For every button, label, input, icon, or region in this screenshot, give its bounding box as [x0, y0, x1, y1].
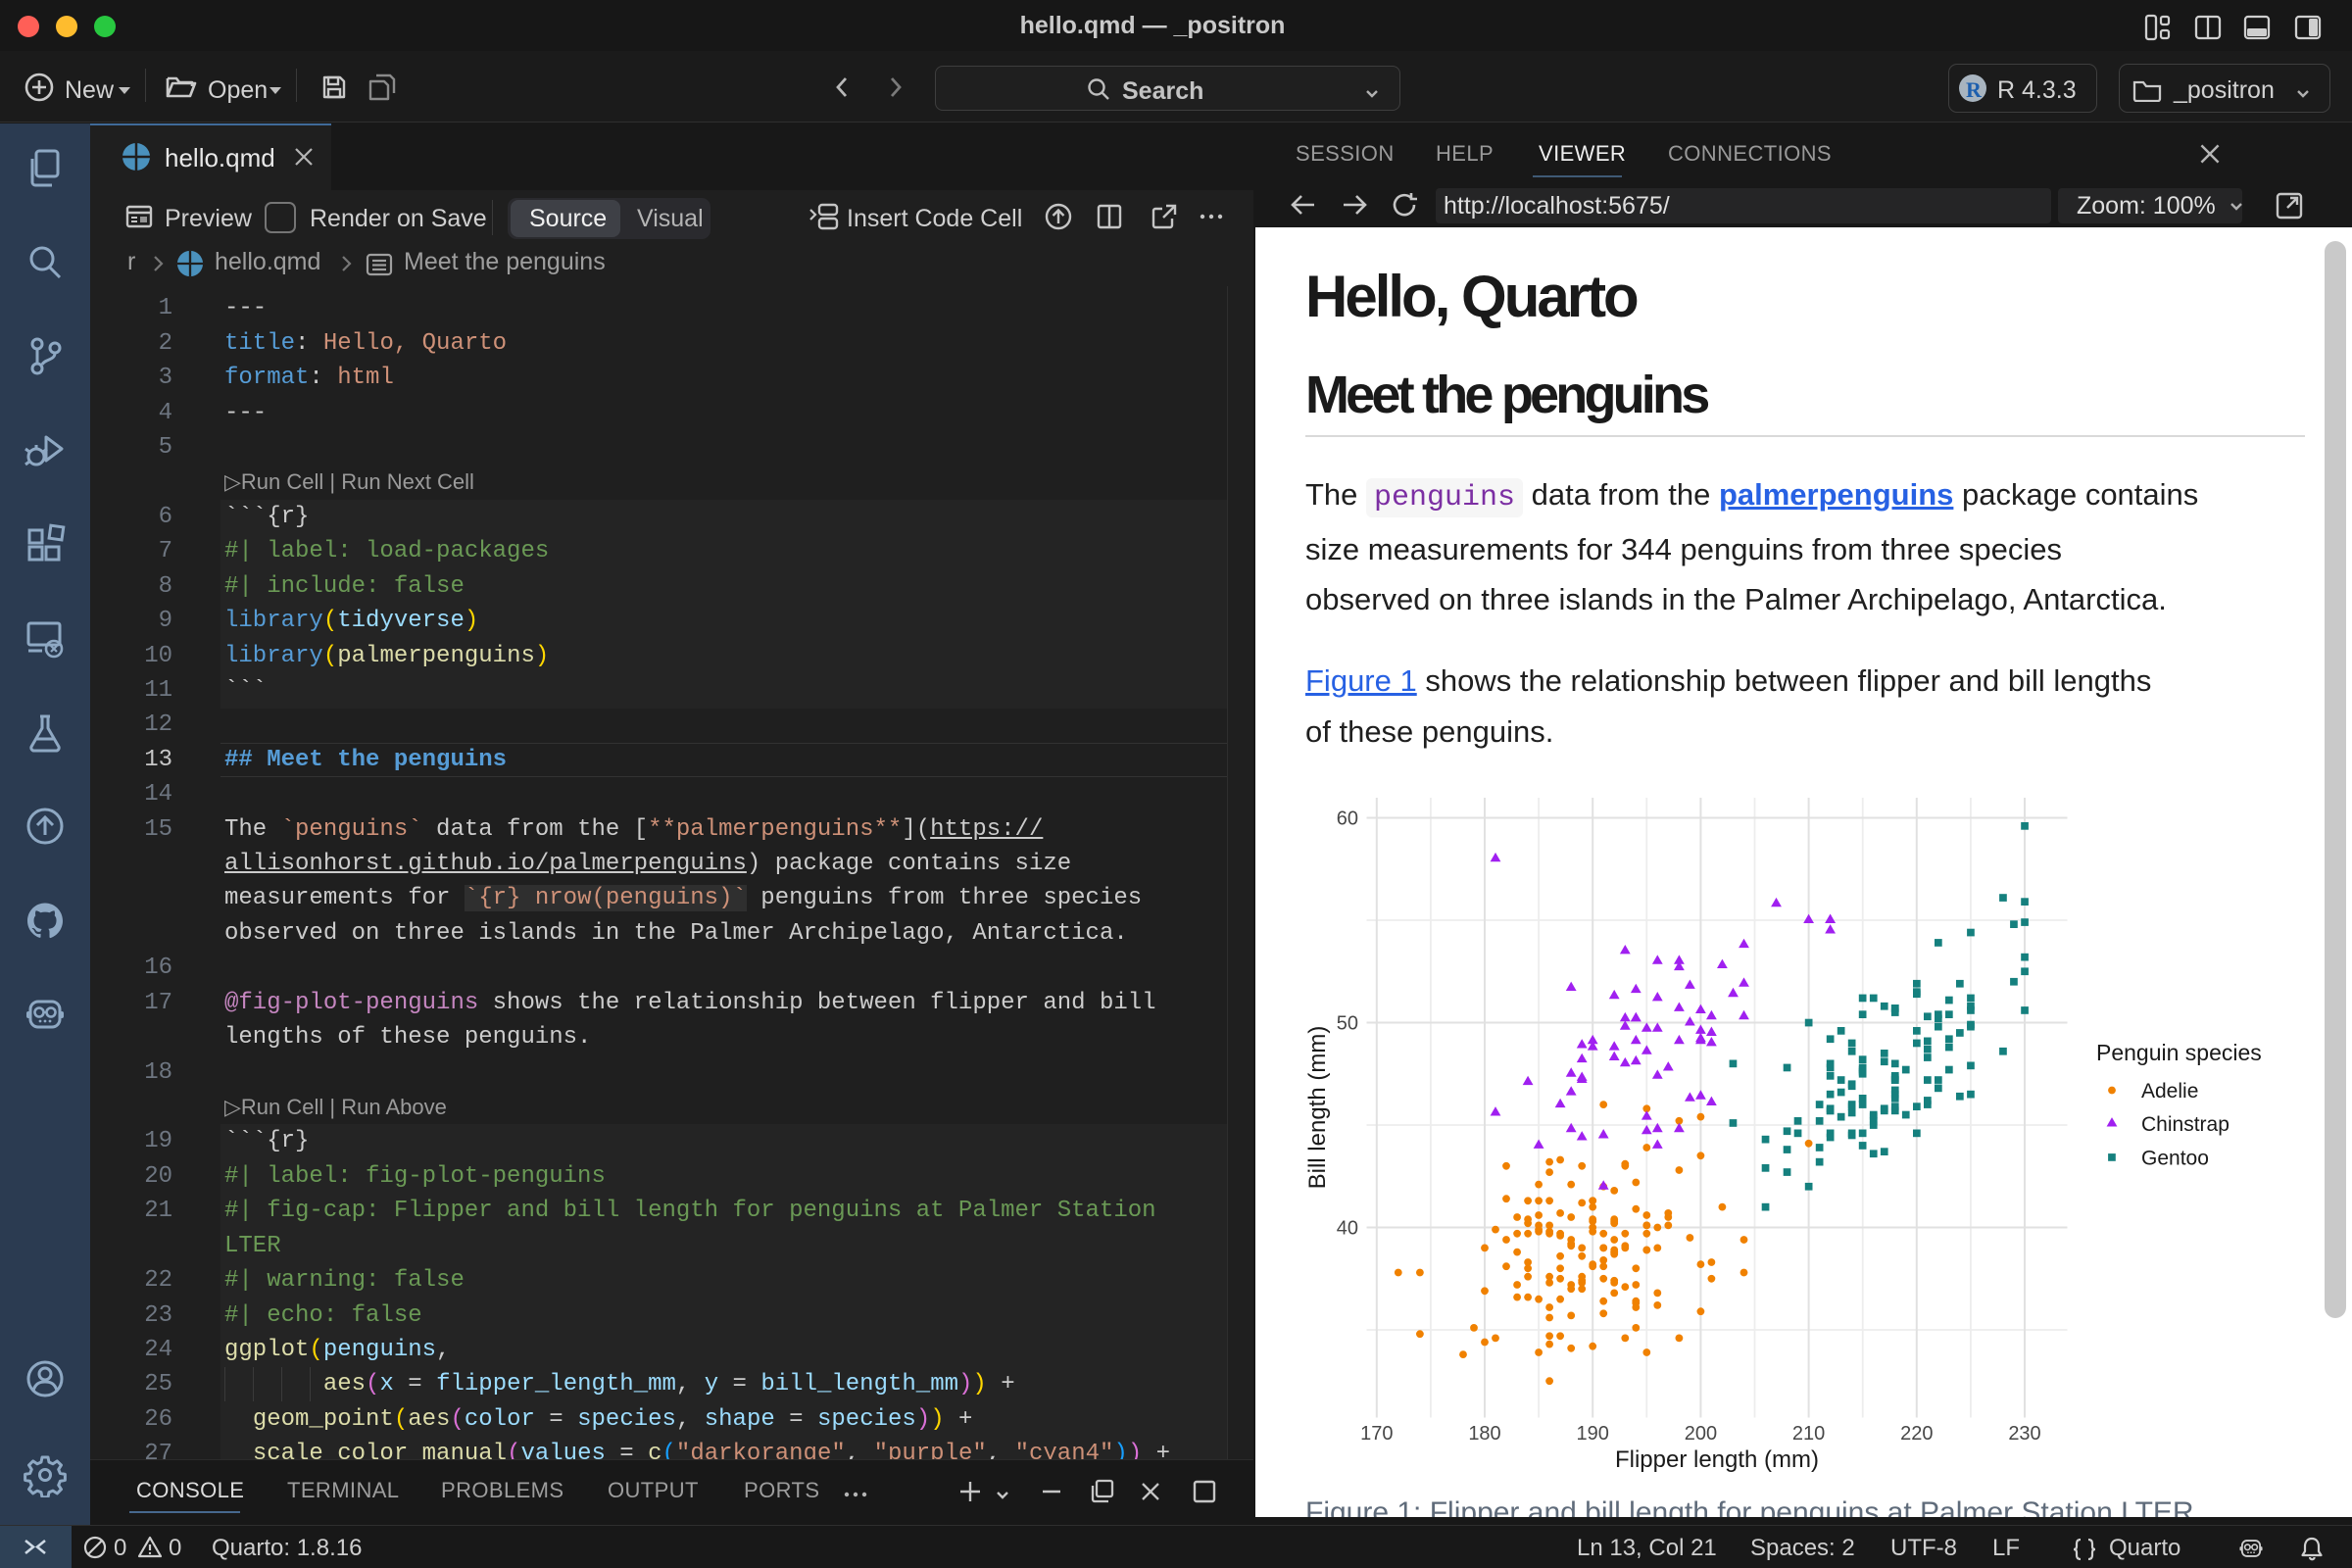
svg-text:Gentoo: Gentoo — [2141, 1148, 2209, 1170]
svg-text:210: 210 — [1792, 1423, 1825, 1445]
svg-text:50: 50 — [1337, 1013, 1358, 1035]
svg-text:180: 180 — [1468, 1423, 1500, 1445]
svg-text:Bill length (mm): Bill length (mm) — [1304, 1026, 1331, 1190]
svg-text:170: 170 — [1360, 1423, 1393, 1445]
svg-text:190: 190 — [1577, 1423, 1609, 1445]
svg-text:Chinstrap: Chinstrap — [2141, 1113, 2230, 1136]
svg-text:200: 200 — [1685, 1423, 1717, 1445]
svg-text:Adelie: Adelie — [2141, 1080, 2198, 1102]
svg-text:40: 40 — [1337, 1218, 1358, 1240]
svg-text:Flipper length (mm): Flipper length (mm) — [1615, 1446, 1819, 1473]
svg-text:60: 60 — [1337, 808, 1358, 830]
svg-text:Penguin species: Penguin species — [2096, 1040, 2262, 1065]
svg-text:230: 230 — [2008, 1423, 2040, 1445]
svg-text:220: 220 — [1900, 1423, 1933, 1445]
